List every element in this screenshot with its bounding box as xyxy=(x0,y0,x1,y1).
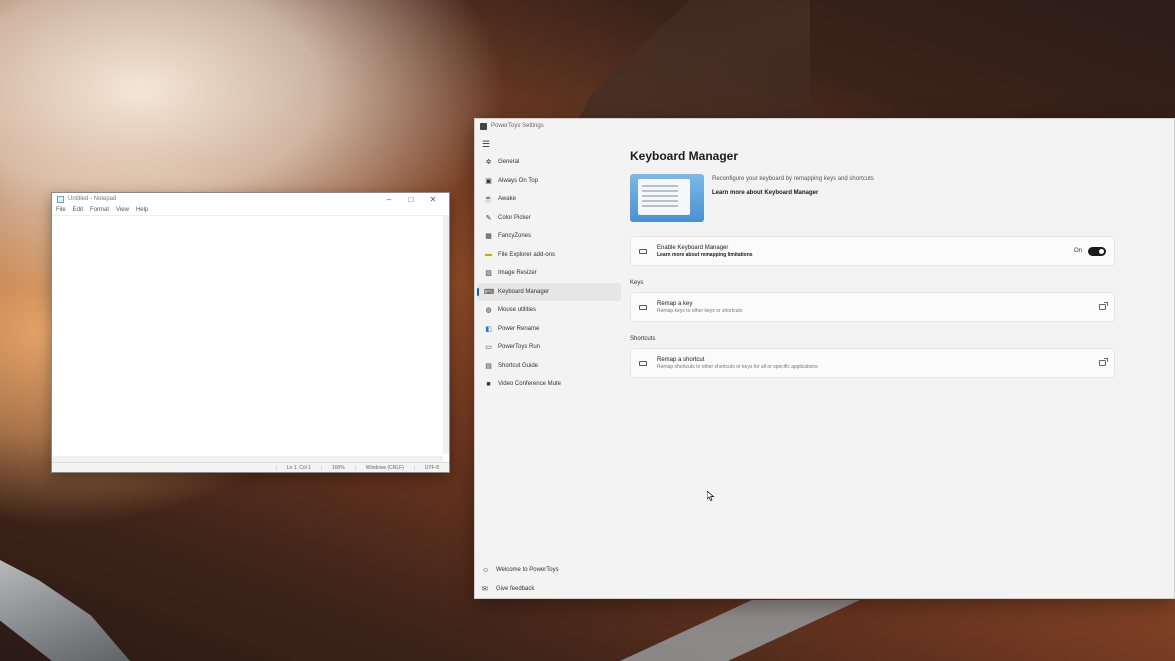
hamburger-menu-icon[interactable]: ☰ xyxy=(482,139,490,150)
notepad-statusbar: Ln 1, Col 1 100% Windows (CRLF) UTF-8 xyxy=(52,462,449,472)
keyboard-icon xyxy=(639,360,647,366)
nav-item-welcome[interactable]: ☺ Welcome to PowerToys xyxy=(475,561,623,580)
notepad-window[interactable]: Untitled - Notepad – □ ✕ File Edit Forma… xyxy=(51,192,450,473)
keyboard-icon xyxy=(639,248,647,254)
rename-icon: ◧ xyxy=(485,325,492,333)
vertical-scrollbar[interactable] xyxy=(443,215,449,454)
remapping-limitations-link[interactable]: Learn more about remapping limitations xyxy=(657,252,1074,258)
shortcuts-section-header: Shortcuts xyxy=(630,336,656,342)
wallpaper-road xyxy=(620,600,860,661)
camera-icon: ■ xyxy=(486,380,491,388)
gear-icon: ✲ xyxy=(485,159,492,167)
enable-title: Enable Keyboard Manager xyxy=(657,244,729,251)
menu-help[interactable]: Help xyxy=(136,207,148,213)
mouse-cursor-icon xyxy=(707,491,715,501)
wallpaper-river xyxy=(0,560,130,661)
shortcut-guide-icon: ▤ xyxy=(485,362,492,370)
nav-item-image-resizer[interactable]: ▨ Image Resizer xyxy=(477,264,621,283)
status-position: Ln 1, Col 1 xyxy=(275,464,321,471)
nav-item-awake[interactable]: ☕ Awake xyxy=(477,190,621,209)
maximize-icon[interactable]: □ xyxy=(400,195,422,204)
status-encoding: UTF-8 xyxy=(413,464,449,471)
toggle-state-label: On xyxy=(1073,248,1082,254)
menu-file[interactable]: File xyxy=(56,207,66,213)
image-icon: ▨ xyxy=(485,270,492,278)
notepad-menubar: File Edit Format View Help xyxy=(52,205,449,215)
nav-item-label: Power Rename xyxy=(498,325,540,332)
nav-item-general[interactable]: ✲ General xyxy=(477,153,621,172)
nav-item-color-picker[interactable]: ✎ Color Picker xyxy=(477,209,621,228)
nav-item-powertoys-run[interactable]: ▭ PowerToys Run xyxy=(477,338,621,357)
nav-item-label: Give feedback xyxy=(496,585,535,592)
notepad-text-area[interactable] xyxy=(52,215,443,454)
navigation-pane: ✲ General ▣ Always On Top ☕ Awake ✎ Color Pi… xyxy=(475,153,623,394)
nav-item-label: Awake xyxy=(498,196,516,203)
nav-item-label: Image Resizer xyxy=(498,270,537,277)
learn-more-link[interactable]: Learn more about Keyboard Manager xyxy=(712,190,874,196)
nav-item-file-explorer-addons[interactable]: ▬ File Explorer add-ons xyxy=(477,246,621,265)
enable-toggle-switch[interactable] xyxy=(1088,246,1106,256)
nav-item-label: Welcome to PowerToys xyxy=(496,567,559,574)
nav-item-mouse-utilities[interactable]: ◍ Mouse utilities xyxy=(477,301,621,320)
module-hero: Reconfigure your keyboard by remapping k… xyxy=(630,174,1115,222)
nav-item-label: Mouse utilities xyxy=(498,307,537,314)
nav-item-shortcut-guide[interactable]: ▤ Shortcut Guide xyxy=(477,357,621,376)
nav-item-label: Color Picker xyxy=(498,214,531,221)
notepad-title: Untitled - Notepad xyxy=(68,196,117,202)
nav-item-power-rename[interactable]: ◧ Power Rename xyxy=(477,320,621,339)
powertoys-settings-window[interactable]: PowerToys Settings ☰ ✲ General ▣ Always On… xyxy=(474,118,1175,599)
keyboard-icon: ⌨ xyxy=(484,288,495,296)
keyboard-manager-preview-image xyxy=(630,174,704,222)
nav-item-fancyzones[interactable]: ▦ FancyZones xyxy=(477,227,621,246)
nav-item-always-on-top[interactable]: ▣ Always On Top xyxy=(477,172,621,191)
coffee-icon: ☕ xyxy=(484,196,493,204)
color-picker-icon: ✎ xyxy=(485,214,492,222)
module-description: Reconfigure your keyboard by remapping k… xyxy=(712,176,874,182)
nav-item-label: Video Conference Mute xyxy=(498,381,561,388)
nav-item-give-feedback[interactable]: ✉ Give feedback xyxy=(475,580,623,599)
remap-shortcut-title: Remap a shortcut xyxy=(657,356,705,363)
remap-key-subtitle: Remap keys to other keys or shortcuts xyxy=(657,307,743,314)
zones-icon: ▦ xyxy=(485,233,492,241)
menu-format[interactable]: Format xyxy=(90,207,109,213)
folder-icon: ▬ xyxy=(485,251,492,259)
powertoys-titlebar[interactable]: PowerToys Settings xyxy=(475,119,1174,133)
nav-item-label: FancyZones xyxy=(498,233,532,240)
remap-key-card[interactable]: Remap a key Remap keys to other keys or … xyxy=(630,292,1115,322)
navigation-footer: ☺ Welcome to PowerToys ✉ Give feedback xyxy=(475,561,623,598)
keyboard-icon xyxy=(639,304,647,310)
page-title: Keyboard Manager xyxy=(630,149,739,163)
welcome-icon: ☺ xyxy=(482,566,490,574)
pin-icon: ▣ xyxy=(485,177,492,185)
notepad-titlebar[interactable]: Untitled - Notepad – □ ✕ xyxy=(52,193,449,205)
status-line-endings: Windows (CRLF) xyxy=(354,464,414,471)
remap-shortcut-card[interactable]: Remap a shortcut Remap shortcuts to othe… xyxy=(630,348,1115,378)
mouse-icon: ◍ xyxy=(485,307,492,315)
menu-view[interactable]: View xyxy=(116,207,129,213)
menu-edit[interactable]: Edit xyxy=(73,207,83,213)
keys-section-header: Keys xyxy=(630,280,644,286)
nav-item-label: Shortcut Guide xyxy=(498,362,539,369)
notepad-app-icon xyxy=(57,195,64,203)
nav-item-keyboard-manager[interactable]: ⌨ Keyboard Manager xyxy=(477,282,621,301)
minimize-icon[interactable]: – xyxy=(378,195,400,204)
remap-key-title: Remap a key xyxy=(657,300,693,307)
feedback-icon: ✉ xyxy=(482,585,488,593)
enable-keyboard-manager-card: Enable Keyboard Manager Learn more about… xyxy=(630,236,1115,266)
powertoys-window-title: PowerToys Settings xyxy=(491,123,544,129)
nav-item-label: File Explorer add-ons xyxy=(498,251,556,258)
status-zoom: 100% xyxy=(320,464,355,471)
nav-item-video-conference-mute[interactable]: ■ Video Conference Mute xyxy=(477,375,621,394)
powertoys-app-icon xyxy=(480,122,487,130)
settings-content: Keyboard Manager Reconfigure your keyboa… xyxy=(630,149,1115,382)
nav-item-label: Always On Top xyxy=(498,177,538,184)
remap-shortcut-subtitle: Remap shortcuts to other shortcuts or ke… xyxy=(657,363,818,370)
close-icon[interactable]: ✕ xyxy=(422,195,444,204)
run-icon: ▭ xyxy=(485,344,492,352)
nav-item-label: Keyboard Manager xyxy=(498,288,550,295)
open-external-icon[interactable] xyxy=(1099,358,1108,366)
open-external-icon[interactable] xyxy=(1099,302,1108,310)
nav-item-label: General xyxy=(498,159,520,166)
nav-item-label: PowerToys Run xyxy=(498,344,541,351)
